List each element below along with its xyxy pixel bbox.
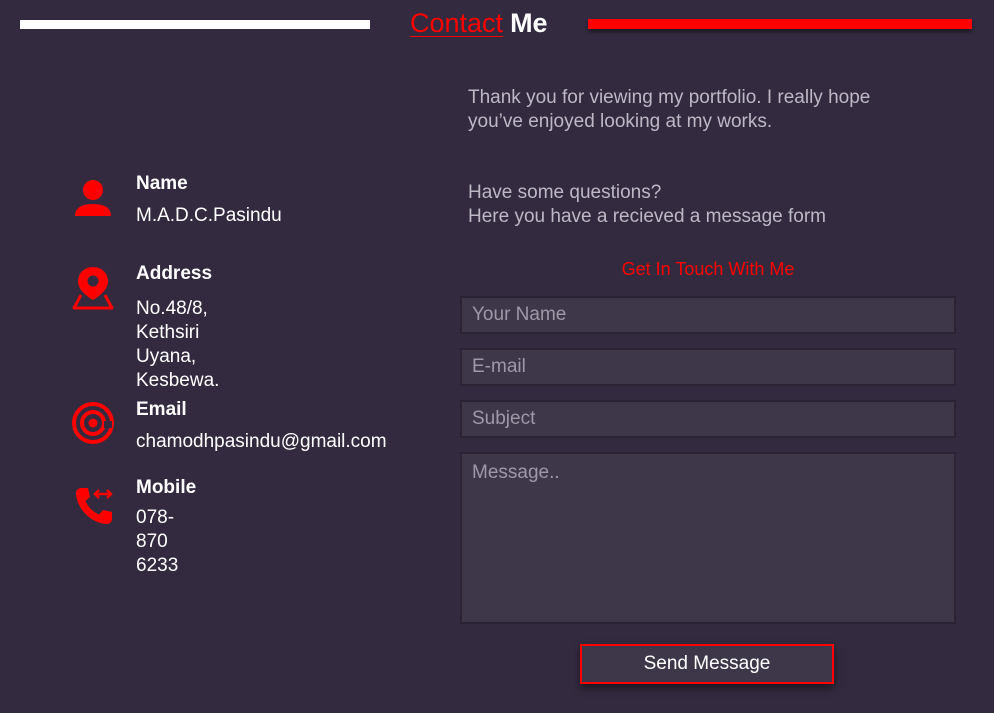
email-input[interactable]	[460, 348, 956, 386]
person-icon	[70, 174, 116, 220]
contact-email-value: chamodhpasindu@gmail.com	[136, 431, 387, 452]
name-input[interactable]	[460, 296, 956, 334]
page-title: Contact Me	[410, 6, 548, 40]
contact-mobile-label: Mobile	[136, 477, 197, 498]
contact-email-label: Email	[136, 399, 187, 420]
location-pin-icon	[70, 264, 116, 310]
page-title-accent: Contact	[410, 8, 504, 38]
contact-address-value: No.48/8, Kethsiri Uyana, Kesbewa.	[136, 298, 220, 391]
subject-input[interactable]	[460, 400, 956, 438]
contact-mobile-value: 078-870 6233	[136, 507, 179, 576]
message-textarea[interactable]	[460, 452, 956, 624]
phone-forward-icon	[70, 484, 116, 530]
contact-address-label: Address	[136, 263, 213, 284]
page-title-rest: Me	[510, 8, 548, 38]
contact-name-label: Name	[136, 173, 188, 194]
header-divider-right	[588, 19, 972, 29]
header-divider-left	[20, 20, 370, 29]
send-message-button[interactable]: Send Message	[580, 644, 834, 684]
questions-text: Have some questions? Here you have a rec…	[468, 182, 827, 227]
form-title: Get In Touch With Me	[621, 259, 795, 279]
contact-name-value: M.A.D.C.Pasindu	[136, 205, 282, 226]
at-sign-icon	[70, 400, 116, 446]
intro-text: Thank you for viewing my portfolio. I re…	[468, 87, 871, 132]
